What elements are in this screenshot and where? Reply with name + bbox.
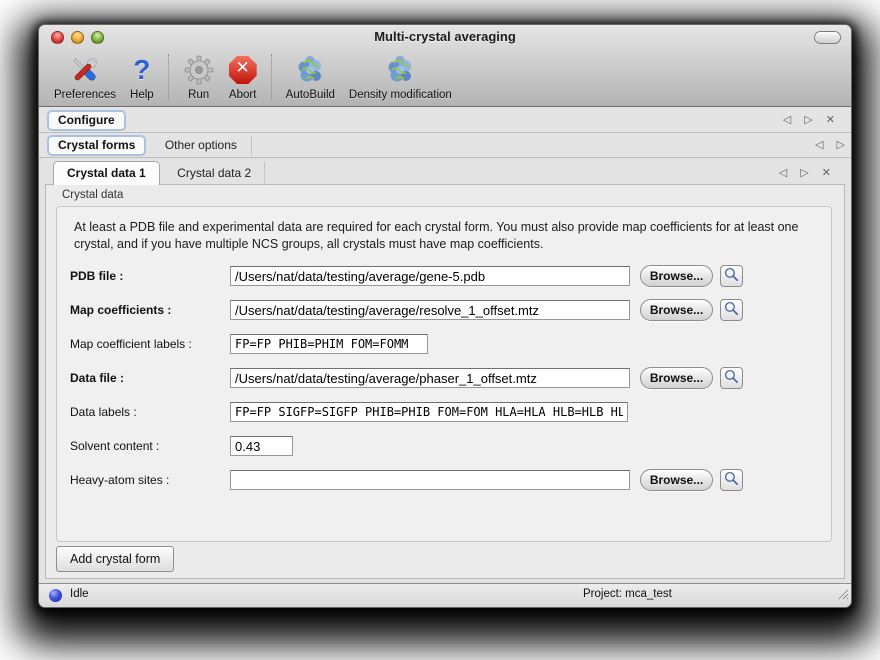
pdb-file-input[interactable] <box>230 266 630 286</box>
app-window: Multi-crystal averaging <box>38 24 852 608</box>
window-title: Multi-crystal averaging <box>39 29 851 44</box>
toolbar-separator <box>271 54 272 100</box>
toolbar-item-label: Density modification <box>349 89 452 101</box>
density-modification-button[interactable]: Density modification <box>342 52 459 101</box>
form-row-data-file: Data file : Browse... <box>70 367 825 389</box>
browse-button[interactable]: Browse... <box>640 265 713 287</box>
toolbar-item-label: Run <box>188 89 209 101</box>
form-row-pdb-file: PDB file : Browse... <box>70 265 825 287</box>
magnifier-icon <box>724 369 739 387</box>
crystal-data-group-box: At least a PDB file and experimental dat… <box>56 206 832 542</box>
autobuild-button[interactable]: AutoBuild <box>279 52 342 101</box>
view-file-button[interactable] <box>720 265 743 287</box>
tab-scroll-right-icon[interactable]: ▷ <box>800 167 808 179</box>
form-rows: PDB file : Browse... Map coefficients : … <box>70 265 825 503</box>
toolbar-item-label: Help <box>130 89 154 101</box>
window-chrome: Multi-crystal averaging <box>39 25 851 107</box>
resize-grip[interactable] <box>836 587 849 605</box>
status-indicator-icon <box>49 589 62 602</box>
crystal-data-panel: Crystal data At least a PDB file and exp… <box>45 184 845 579</box>
data-file-input[interactable] <box>230 368 630 388</box>
field-label: PDB file : <box>70 269 230 283</box>
abort-button[interactable]: ✕ Abort <box>222 52 264 101</box>
view-file-button[interactable] <box>720 367 743 389</box>
toolbar: Preferences ? Help <box>39 49 851 107</box>
add-crystal-form-button[interactable]: Add crystal form <box>56 546 174 572</box>
toolbar-toggle-button[interactable] <box>814 31 841 44</box>
field-label: Heavy-atom sites : <box>70 473 230 487</box>
protein-model-icon <box>294 52 326 88</box>
tab-scroll-left-icon[interactable]: ◁ <box>815 139 823 151</box>
magnifier-icon <box>724 267 739 285</box>
tab-nav-controls: ◁ ▷ ✕ <box>773 113 835 126</box>
browse-button[interactable]: Browse... <box>640 367 713 389</box>
gear-icon <box>183 52 215 88</box>
form-row-map-coefficients: Map coefficients : Browse... <box>70 299 825 321</box>
tab-close-icon[interactable]: ✕ <box>826 114 835 126</box>
help-button[interactable]: ? Help <box>123 52 161 101</box>
form-row-solvent-content: Solvent content : <box>70 435 825 457</box>
form-row-map-coefficient-labels: Map coefficient labels : <box>70 333 825 355</box>
toolbar-item-label: Preferences <box>54 89 116 101</box>
status-text: Idle <box>70 588 89 600</box>
instructions-text: At least a PDB file and experimental dat… <box>57 207 831 252</box>
section-tab-row: Crystal forms Other options ◁ ▷ <box>39 133 851 158</box>
browse-button[interactable]: Browse... <box>640 299 713 321</box>
magnifier-icon <box>724 301 739 319</box>
tab-other-options[interactable]: Other options <box>151 136 252 156</box>
project-label: Project: mca_test <box>583 588 672 600</box>
field-label: Data file : <box>70 371 230 385</box>
tab-configure[interactable]: Configure <box>47 110 126 131</box>
heavy-atom-sites-input[interactable] <box>230 470 630 490</box>
tab-crystal-data-1[interactable]: Crystal data 1 <box>53 161 160 185</box>
browse-button[interactable]: Browse... <box>640 469 713 491</box>
form-row-data-labels: Data labels : <box>70 401 825 423</box>
toolbar-separator <box>168 54 169 100</box>
group-box-label: Crystal data <box>62 189 123 201</box>
tab-close-icon[interactable]: ✕ <box>822 167 831 179</box>
field-label: Map coefficients : <box>70 303 230 317</box>
help-icon: ? <box>133 52 150 88</box>
abort-icon: ✕ <box>229 52 257 88</box>
view-file-button[interactable] <box>720 299 743 321</box>
crystal-data-tab-bar: Crystal data 1 Crystal data 2 ◁ ▷ ✕ <box>45 161 845 185</box>
protein-model-icon <box>384 52 416 88</box>
tab-scroll-right-icon[interactable]: ▷ <box>804 114 812 126</box>
status-bar: Idle Project: mca_test <box>39 583 851 607</box>
tab-nav-controls: ◁ ▷ <box>805 138 845 151</box>
map-coefficients-input[interactable] <box>230 300 630 320</box>
tab-nav-controls: ◁ ▷ ✕ <box>769 166 831 179</box>
magnifier-icon <box>724 471 739 489</box>
tools-icon <box>69 52 101 88</box>
map-coefficient-labels-input[interactable] <box>230 334 428 354</box>
run-button[interactable]: Run <box>176 52 222 101</box>
tab-scroll-left-icon[interactable]: ◁ <box>783 114 791 126</box>
titlebar[interactable]: Multi-crystal averaging <box>39 25 851 49</box>
configure-tab-row: Configure ◁ ▷ ✕ <box>39 108 851 133</box>
data-labels-input[interactable] <box>230 402 628 422</box>
field-label: Map coefficient labels : <box>70 337 230 351</box>
form-row-heavy-atom-sites: Heavy-atom sites : Browse... <box>70 469 825 491</box>
tab-scroll-left-icon[interactable]: ◁ <box>779 167 787 179</box>
preferences-button[interactable]: Preferences <box>47 52 123 101</box>
view-file-button[interactable] <box>720 469 743 491</box>
tab-crystal-data-2[interactable]: Crystal data 2 <box>164 162 265 185</box>
solvent-content-input[interactable] <box>230 436 293 456</box>
tab-crystal-forms[interactable]: Crystal forms <box>47 135 146 156</box>
toolbar-item-label: Abort <box>229 89 257 101</box>
field-label: Data labels : <box>70 405 230 419</box>
tab-scroll-right-icon[interactable]: ▷ <box>837 139 845 151</box>
toolbar-item-label: AutoBuild <box>286 89 335 101</box>
field-label: Solvent content : <box>70 439 230 453</box>
